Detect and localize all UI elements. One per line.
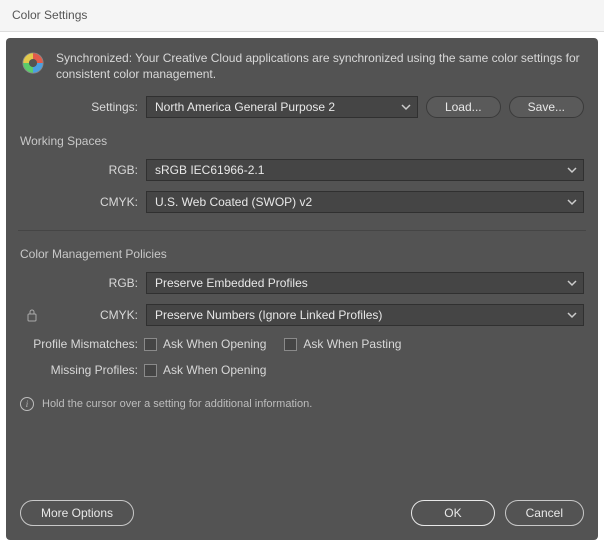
chevron-down-icon	[567, 278, 577, 288]
pol-cmyk-dropdown[interactable]: Preserve Numbers (Ignore Linked Profiles…	[146, 304, 584, 326]
pol-rgb-row: RGB: Preserve Embedded Profiles	[20, 272, 584, 294]
ws-rgb-value: sRGB IEC61966-2.1	[155, 163, 264, 177]
mismatch-paste-checkbox[interactable]	[284, 338, 297, 351]
chevron-down-icon	[567, 310, 577, 320]
info-text: Hold the cursor over a setting for addit…	[42, 398, 312, 410]
settings-label: Settings:	[20, 100, 138, 114]
ws-cmyk-value: U.S. Web Coated (SWOP) v2	[155, 195, 312, 209]
main-panel: Synchronized: Your Creative Cloud applic…	[6, 38, 598, 540]
sync-status-row: Synchronized: Your Creative Cloud applic…	[20, 50, 584, 82]
lock-icon	[24, 308, 40, 322]
settings-row: Settings: North America General Purpose …	[20, 96, 584, 118]
color-settings-window: Color Settings Synchronized: Your Creati…	[0, 0, 604, 546]
ws-cmyk-label: CMYK:	[20, 195, 138, 209]
window-title: Color Settings	[0, 0, 604, 32]
missing-profiles-label: Missing Profiles:	[20, 363, 138, 377]
missing-open-label: Ask When Opening	[163, 363, 266, 377]
sync-status-text: Synchronized: Your Creative Cloud applic…	[56, 50, 584, 82]
mismatch-open-label: Ask When Opening	[163, 337, 266, 351]
mismatch-open-option: Ask When Opening	[144, 337, 266, 351]
ws-rgb-row: RGB: sRGB IEC61966-2.1	[20, 159, 584, 181]
missing-open-checkbox[interactable]	[144, 364, 157, 377]
mismatch-checkbox-group: Ask When Opening Ask When Pasting	[144, 337, 401, 351]
pol-rgb-dropdown[interactable]: Preserve Embedded Profiles	[146, 272, 584, 294]
working-spaces-title: Working Spaces	[20, 134, 584, 148]
settings-value: North America General Purpose 2	[155, 100, 335, 114]
save-button[interactable]: Save...	[509, 96, 584, 118]
ok-button[interactable]: OK	[411, 500, 494, 526]
footer: More Options OK Cancel	[20, 484, 584, 526]
more-options-button[interactable]: More Options	[20, 500, 134, 526]
sync-icon	[20, 50, 46, 79]
missing-open-option: Ask When Opening	[144, 363, 266, 377]
divider	[18, 230, 586, 231]
info-row: i Hold the cursor over a setting for add…	[20, 397, 584, 411]
ws-cmyk-dropdown[interactable]: U.S. Web Coated (SWOP) v2	[146, 191, 584, 213]
mismatch-open-checkbox[interactable]	[144, 338, 157, 351]
chevron-down-icon	[567, 197, 577, 207]
mismatch-paste-option: Ask When Pasting	[284, 337, 401, 351]
info-icon: i	[20, 397, 34, 411]
pol-rgb-value: Preserve Embedded Profiles	[155, 276, 308, 290]
ws-rgb-dropdown[interactable]: sRGB IEC61966-2.1	[146, 159, 584, 181]
profile-mismatches-row: Profile Mismatches: Ask When Opening Ask…	[20, 337, 584, 351]
footer-right: OK Cancel	[411, 500, 584, 526]
cancel-button[interactable]: Cancel	[505, 500, 584, 526]
ws-rgb-label: RGB:	[20, 163, 138, 177]
pol-cmyk-row: CMYK: Preserve Numbers (Ignore Linked Pr…	[20, 304, 584, 326]
policies-title: Color Management Policies	[20, 247, 584, 261]
ws-cmyk-row: CMYK: U.S. Web Coated (SWOP) v2	[20, 191, 584, 213]
chevron-down-icon	[567, 165, 577, 175]
chevron-down-icon	[401, 102, 411, 112]
mismatch-paste-label: Ask When Pasting	[303, 337, 401, 351]
load-button[interactable]: Load...	[426, 96, 501, 118]
pol-cmyk-value: Preserve Numbers (Ignore Linked Profiles…	[155, 308, 382, 322]
profile-mismatches-label: Profile Mismatches:	[20, 337, 138, 351]
missing-profiles-row: Missing Profiles: Ask When Opening	[20, 363, 584, 377]
settings-dropdown[interactable]: North America General Purpose 2	[146, 96, 418, 118]
pol-rgb-label: RGB:	[20, 276, 138, 290]
